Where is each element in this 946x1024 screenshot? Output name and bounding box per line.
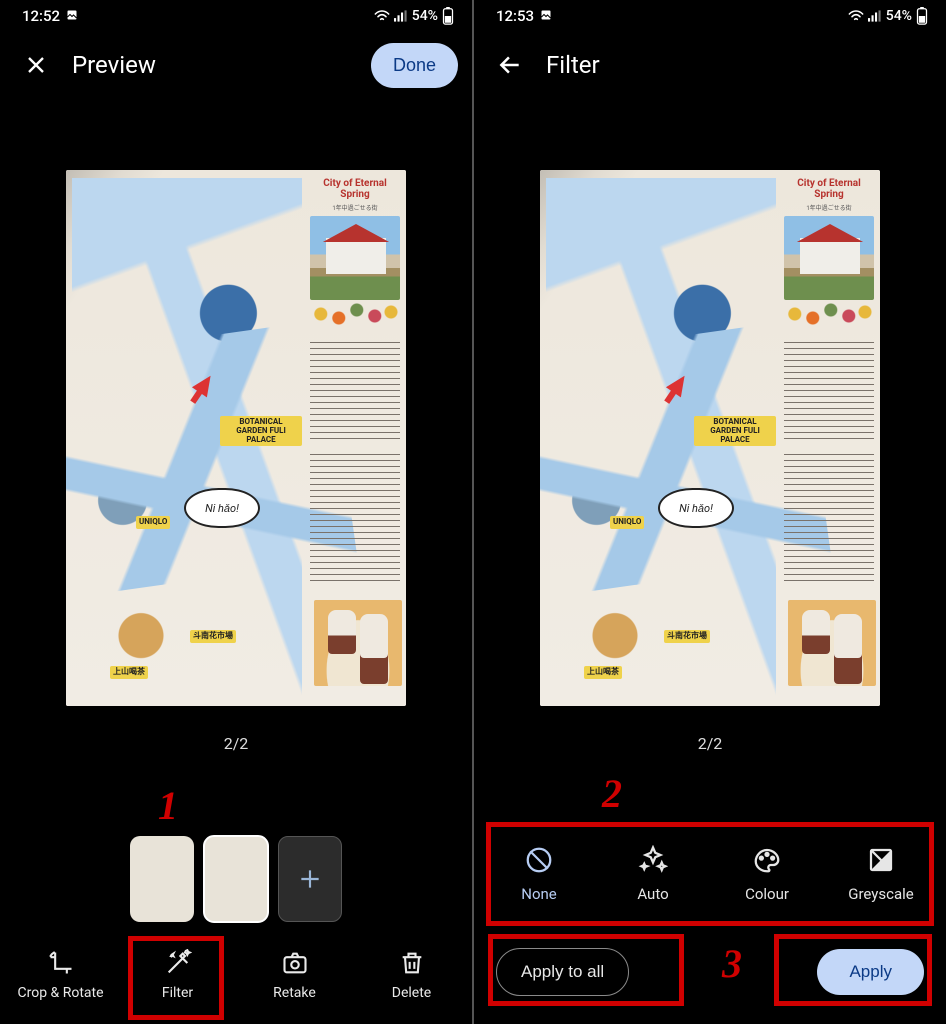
filter-none[interactable]: None [482, 845, 596, 903]
doc-text [784, 342, 874, 442]
filter-options: 2 None Auto Colour Greyscale [474, 814, 946, 934]
doc-subhead: 1年中過ごせる街 [782, 203, 876, 212]
doc-photo-house [310, 216, 400, 300]
map-tag-tea: 上山喝茶 [584, 666, 622, 679]
filter-label: Greyscale [848, 885, 913, 903]
page-indicator: 2/2 [224, 734, 249, 753]
wifi-icon [374, 10, 390, 22]
battery-icon [442, 7, 454, 25]
preview-area: BOTANICAL GARDEN FULI PALACE UNIQLO 上山喝茶… [0, 98, 472, 830]
document-preview[interactable]: BOTANICAL GARDEN FULI PALACE UNIQLO 上山喝茶… [540, 170, 880, 706]
annotation-3: 3 [722, 940, 742, 987]
tool-crop-rotate[interactable]: Crop & Rotate [2, 949, 119, 1001]
doc-text [310, 454, 400, 584]
doc-photo-house [784, 216, 874, 300]
map-tag-garden: BOTANICAL GARDEN FULI PALACE [694, 416, 776, 446]
doc-photo-food [314, 600, 402, 686]
status-time: 12:52 [22, 7, 60, 25]
status-bar: 12:53 54% [474, 0, 946, 32]
map-tag-uniqlo: UNIQLO [136, 516, 170, 529]
apply-to-all-button[interactable]: Apply to all [496, 948, 629, 996]
doc-headline: City of Eternal Spring [782, 178, 876, 200]
status-battery: 54% [886, 8, 912, 24]
tool-delete[interactable]: Delete [353, 949, 470, 1001]
tool-label: Retake [273, 985, 316, 1001]
tool-retake[interactable]: Retake [236, 949, 353, 1001]
tool-filter[interactable]: Filter [119, 949, 236, 1001]
map-tag-uniqlo: UNIQLO [610, 516, 644, 529]
doc-photo-food [788, 600, 876, 686]
doc-subhead: 1年中過ごせる街 [308, 203, 402, 212]
close-icon[interactable] [22, 51, 50, 79]
picture-icon [540, 7, 552, 25]
speech-bubble: Ni hǎo! [184, 488, 260, 528]
status-bar: 12:52 54% [0, 0, 472, 32]
speech-bubble: Ni hǎo! [658, 488, 734, 528]
page-title: Filter [546, 51, 932, 79]
doc-photo-flowers [310, 294, 400, 334]
thumbnail-2[interactable] [204, 836, 268, 922]
filter-label: Auto [637, 885, 668, 903]
preview-area: BOTANICAL GARDEN FULI PALACE UNIQLO 上山喝茶… [474, 98, 946, 814]
header: Filter [474, 32, 946, 98]
filter-label: None [521, 885, 557, 903]
done-button[interactable]: Done [371, 43, 458, 88]
bottom-toolbar: Crop & Rotate Filter Retake Delete [0, 934, 472, 1024]
picture-icon [66, 7, 78, 25]
filter-greyscale[interactable]: Greyscale [824, 845, 938, 903]
doc-text [784, 454, 874, 584]
doc-photo-flowers [784, 294, 874, 334]
tool-label: Filter [162, 985, 193, 1001]
filter-label: Colour [745, 885, 789, 903]
document-preview[interactable]: BOTANICAL GARDEN FULI PALACE UNIQLO 上山喝茶… [66, 170, 406, 706]
tool-label: Delete [392, 985, 431, 1001]
page-indicator: 2/2 [698, 734, 723, 753]
doc-headline: City of Eternal Spring [308, 178, 402, 200]
thumbnail-add[interactable] [278, 836, 342, 922]
phone-preview: 12:52 54% Preview Done [0, 0, 472, 1024]
phone-filter: 12:53 54% Filter [474, 0, 946, 1024]
doc-text [310, 342, 400, 442]
thumbnail-1[interactable] [130, 836, 194, 922]
signal-icon [868, 10, 882, 22]
status-time: 12:53 [496, 7, 534, 25]
map-tag-tea: 上山喝茶 [110, 666, 148, 679]
filter-auto[interactable]: Auto [596, 845, 710, 903]
header: Preview Done [0, 32, 472, 98]
back-icon[interactable] [496, 51, 524, 79]
apply-row: 3 Apply to all Apply [474, 934, 946, 1024]
page-title: Preview [72, 51, 349, 79]
signal-icon [394, 10, 408, 22]
map-tag-garden: BOTANICAL GARDEN FULI PALACE [220, 416, 302, 446]
thumbnail-strip: 1 [0, 830, 472, 934]
map-tag-market: 斗南花市場 [664, 630, 710, 643]
apply-button[interactable]: Apply [817, 949, 924, 995]
wifi-icon [848, 10, 864, 22]
map-tag-market: 斗南花市場 [190, 630, 236, 643]
battery-icon [916, 7, 928, 25]
filter-colour[interactable]: Colour [710, 845, 824, 903]
status-battery: 54% [412, 8, 438, 24]
tool-label: Crop & Rotate [17, 985, 103, 1001]
